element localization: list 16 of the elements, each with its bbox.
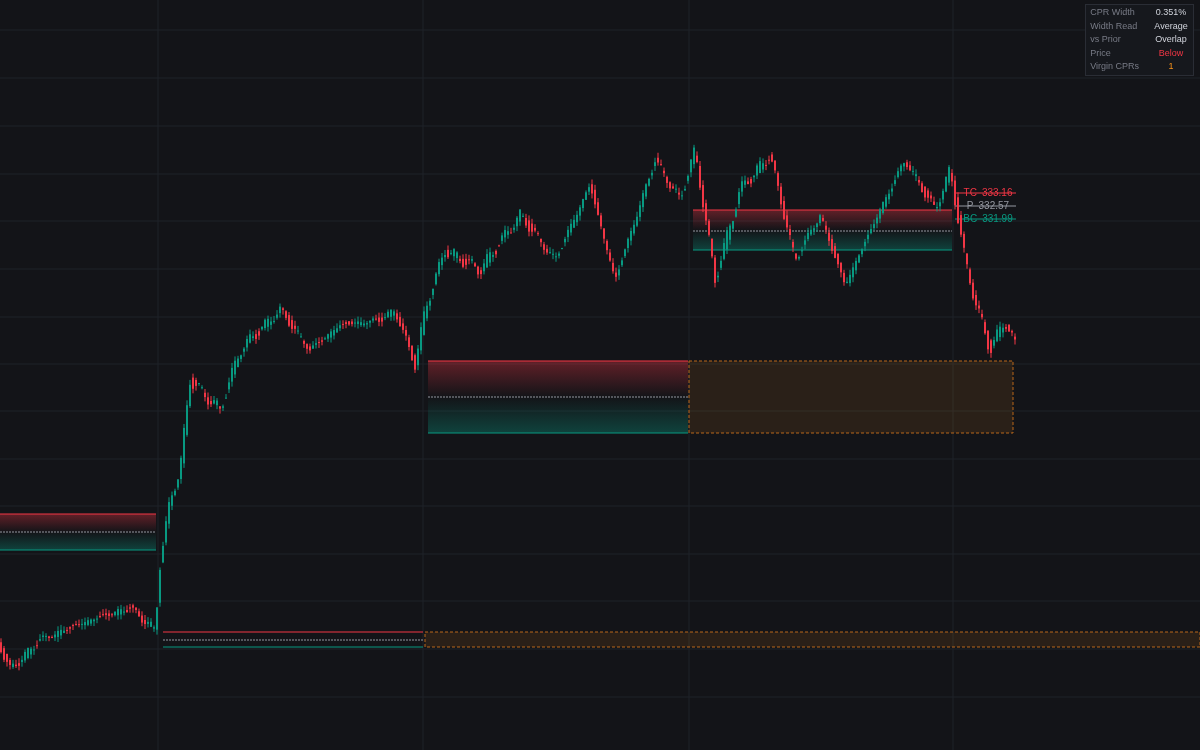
info-value: Average bbox=[1153, 19, 1189, 33]
info-value: Overlap bbox=[1154, 33, 1188, 46]
info-label: CPR Width bbox=[1090, 6, 1135, 19]
info-value: 1 bbox=[1167, 60, 1175, 73]
level-value: 333.16 bbox=[981, 186, 1013, 199]
info-value: Below bbox=[1157, 46, 1185, 60]
level-value: 331.99 bbox=[982, 212, 1013, 225]
level-name: P bbox=[966, 199, 974, 212]
info-label: Width Read bbox=[1090, 19, 1138, 33]
level-name: BC bbox=[963, 212, 978, 225]
info-value: 0.351% bbox=[1154, 6, 1188, 19]
info-label: Price bbox=[1090, 46, 1111, 60]
info-label: vs Prior bbox=[1090, 33, 1121, 46]
level-value: 332.57 bbox=[978, 199, 1010, 212]
info-label: Virgin CPRs bbox=[1090, 60, 1139, 73]
level-name: TC bbox=[963, 186, 977, 199]
